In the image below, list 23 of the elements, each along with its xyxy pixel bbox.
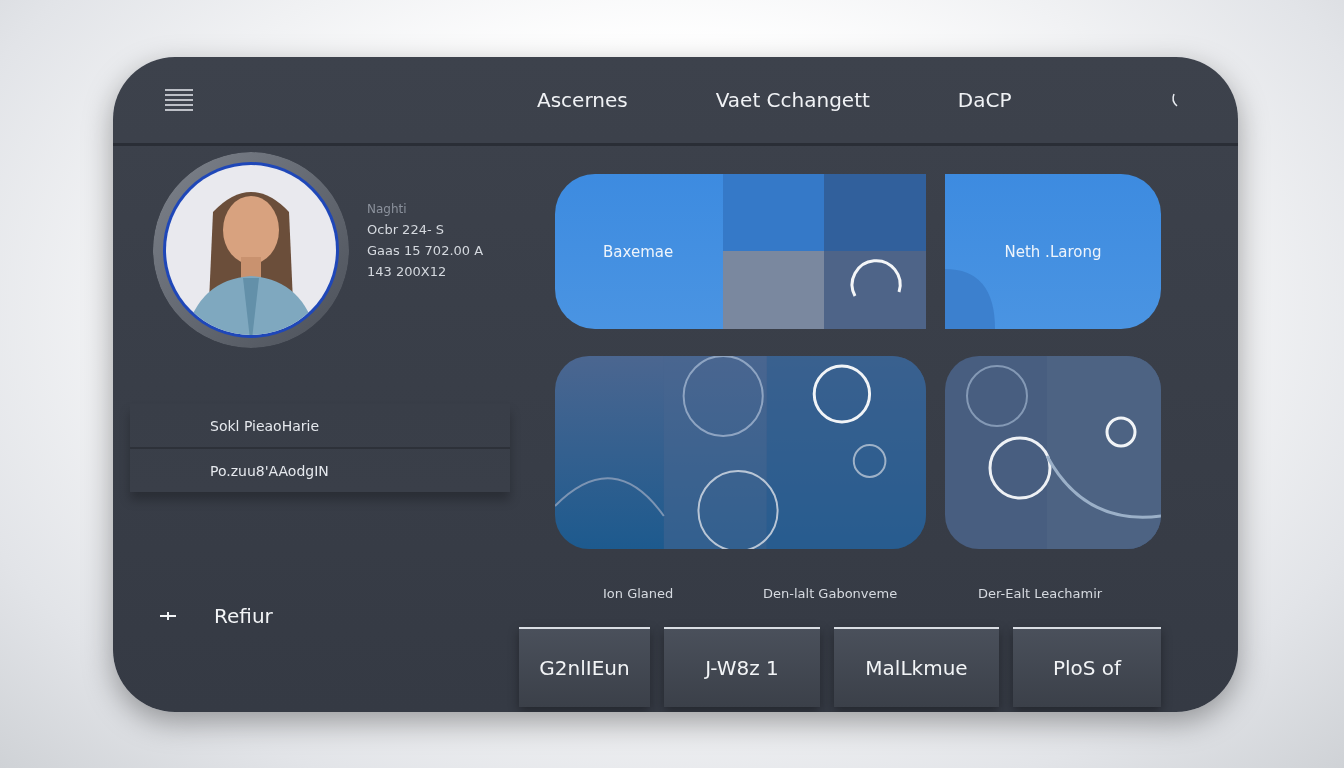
nav-item[interactable]: DaCP bbox=[957, 88, 1012, 112]
profile-detail: 143 200X12 bbox=[367, 263, 448, 279]
nav-item[interactable]: Vaet Cchangett bbox=[715, 88, 870, 112]
curve-drawing bbox=[945, 269, 995, 329]
menu-item[interactable]: Po.zuu8'AAodgIN bbox=[130, 447, 510, 492]
plus-icon[interactable] bbox=[160, 610, 176, 622]
action-link[interactable]: Refiur bbox=[214, 604, 273, 628]
caption: Den-lalt Gabonveme bbox=[763, 586, 899, 601]
tile-label: Baxemae bbox=[603, 242, 674, 261]
tile-label: Neth .Larong bbox=[1004, 242, 1102, 261]
tile-button[interactable]: J-W8z 1 bbox=[664, 627, 820, 707]
arc-icon[interactable] bbox=[1170, 93, 1178, 107]
menu-item[interactable]: Sokl PieaoHarie bbox=[130, 404, 510, 447]
nav-item[interactable]: Ascernes bbox=[537, 88, 628, 112]
tile-button[interactable]: MalLkmue bbox=[834, 627, 999, 707]
profile-detail: Ocbr 224- S bbox=[367, 221, 445, 237]
tile-button[interactable]: G2nlIEun bbox=[519, 627, 650, 707]
profile-detail: Gaas 15 702.00 A bbox=[367, 242, 484, 258]
caption: Ion Glaned bbox=[603, 586, 675, 601]
menu-icon[interactable] bbox=[165, 88, 193, 112]
caption: Der-Ealt Leachamir bbox=[978, 586, 1104, 601]
tile-button[interactable]: PloS of bbox=[1013, 627, 1161, 707]
profile-caption: Naghti bbox=[367, 201, 408, 216]
